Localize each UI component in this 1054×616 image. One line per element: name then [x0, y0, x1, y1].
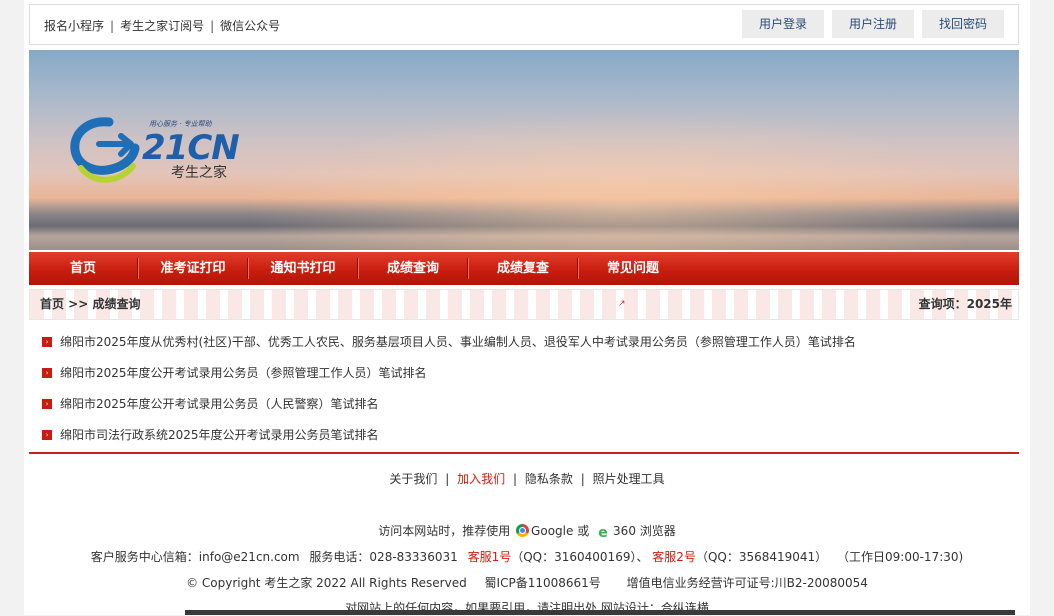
privacy-link[interactable]: 隐私条款	[525, 472, 573, 486]
footer-links: 关于我们 | 加入我们 | 隐私条款 | 照片处理工具	[389, 472, 665, 486]
banner: 用心服务 · 专业帮助 21CN 考生之家	[29, 50, 1019, 250]
register-button[interactable]: 用户注册	[832, 10, 914, 38]
wechat-link[interactable]: 微信公众号	[220, 19, 280, 33]
nav-item-notice-print[interactable]: 通知书打印	[249, 252, 357, 285]
nav-item-admission-ticket[interactable]: 准考证打印	[139, 252, 247, 285]
nav-item-faq[interactable]: 常见问题	[579, 252, 687, 285]
breadcrumb-path[interactable]: 首页 >> 成绩查询	[40, 290, 140, 319]
logo-emblem-icon	[70, 117, 140, 183]
main-nav: 首页 准考证打印 通知书打印 成绩查询 成绩复查 常见问题	[29, 252, 1019, 285]
login-button[interactable]: 用户登录	[742, 10, 824, 38]
logo-subtitle: 考生之家	[171, 165, 227, 181]
top-bar: 报名小程序 | 考生之家订阅号 | 微信公众号 用户登录 用户注册 找回密码	[29, 4, 1019, 45]
photo-tool-link[interactable]: 照片处理工具	[593, 472, 665, 486]
query-item: 查询项：2025年	[918, 297, 1012, 311]
nav-item-score-query[interactable]: 成绩查询	[359, 252, 467, 285]
breadcrumb: 首页 >> 成绩查询 ↗ 查询项：2025年	[29, 289, 1019, 320]
site-logo[interactable]: 用心服务 · 专业帮助 21CN 考生之家	[69, 114, 279, 194]
list-item[interactable]: › 绵阳市司法行政系统2025年度公开考试录用公务员笔试排名	[42, 423, 1012, 454]
bullet-arrow-icon: ›	[42, 368, 52, 378]
icp-link[interactable]: 蜀ICP备11008661号	[485, 576, 601, 590]
contact-info: 客户服务中心信箱：info@e21cn.com 服务电话：028-8333603…	[90, 550, 964, 564]
about-link[interactable]: 关于我们	[389, 472, 437, 486]
list-item[interactable]: › 绵阳市2025年度公开考试录用公务员（人民警察）笔试排名	[42, 392, 1012, 423]
mini-program-link[interactable]: 报名小程序	[44, 19, 104, 33]
bullet-arrow-icon: ›	[42, 337, 52, 347]
subscription-link[interactable]: 考生之家订阅号	[120, 19, 204, 33]
copyright-line: © Copyright 考生之家 2022 All Rights Reserve…	[186, 576, 868, 590]
bullet-arrow-icon: ›	[42, 399, 52, 409]
nav-item-home[interactable]: 首页	[29, 252, 137, 285]
result-list: › 绵阳市2025年度从优秀村(社区)干部、优秀工人农民、服务基层项目人员、事业编…	[42, 330, 1012, 454]
top-links: 报名小程序 | 考生之家订阅号 | 微信公众号	[44, 19, 281, 33]
external-link-icon: ↗	[618, 299, 626, 309]
scroll-strip	[185, 610, 1015, 615]
divider-line	[29, 452, 1019, 454]
kefu2-link[interactable]: 客服2号	[652, 550, 696, 564]
list-item[interactable]: › 绵阳市2025年度从优秀村(社区)干部、优秀工人农民、服务基层项目人员、事业编…	[42, 330, 1012, 361]
list-item[interactable]: › 绵阳市2025年度公开考试录用公务员（参照管理工作人员）笔试排名	[42, 361, 1012, 392]
chrome-icon	[516, 524, 530, 537]
kefu1-link[interactable]: 客服1号	[468, 550, 512, 564]
browser-recommendation: 访问本网站时，推荐使用 Google 或 e 360 浏览器	[378, 524, 676, 541]
page: 报名小程序 | 考生之家订阅号 | 微信公众号 用户登录 用户注册 找回密码 用心服务 …	[24, 0, 1030, 615]
recover-password-button[interactable]: 找回密码	[922, 10, 1004, 38]
bullet-arrow-icon: ›	[42, 430, 52, 440]
join-link[interactable]: 加入我们	[457, 472, 505, 486]
360-browser-icon: e	[598, 525, 608, 541]
nav-item-score-review[interactable]: 成绩复查	[469, 252, 577, 285]
